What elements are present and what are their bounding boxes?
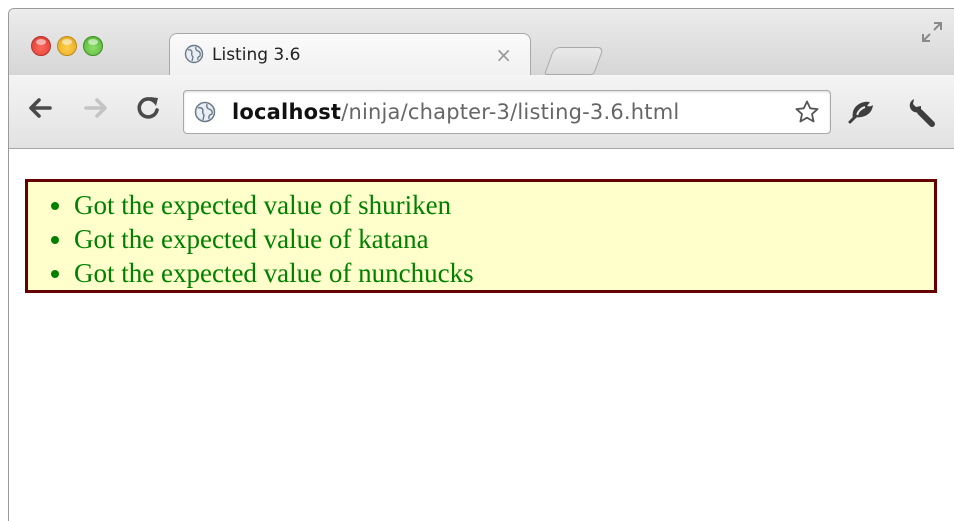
url-host: localhost bbox=[232, 100, 342, 124]
extension-icon[interactable] bbox=[847, 95, 877, 125]
tab-close-icon[interactable]: × bbox=[495, 43, 512, 67]
minimize-window-button[interactable] bbox=[57, 36, 77, 56]
star-icon[interactable] bbox=[794, 99, 820, 125]
list-item: Got the expected value of katana bbox=[74, 222, 934, 256]
tab-listing[interactable]: Listing 3.6 × bbox=[169, 33, 531, 76]
toolbar: localhost/ninja/chapter-3/listing-3.6.ht… bbox=[9, 75, 954, 149]
globe-icon bbox=[184, 44, 204, 64]
tab-title: Listing 3.6 bbox=[212, 45, 301, 65]
wrench-icon[interactable] bbox=[905, 95, 937, 127]
list-item: Got the expected value of shuriken bbox=[74, 188, 934, 222]
maximize-window-button[interactable] bbox=[83, 36, 103, 56]
address-bar[interactable]: localhost/ninja/chapter-3/listing-3.6.ht… bbox=[183, 90, 831, 134]
forward-arrow-icon[interactable] bbox=[81, 93, 111, 123]
globe-icon bbox=[194, 101, 216, 123]
tab-strip: Listing 3.6 × bbox=[9, 9, 954, 76]
page-content: Got the expected value of shuriken Got t… bbox=[9, 149, 954, 521]
browser-window: Listing 3.6 × localhost/ninja/chapter-3/ bbox=[8, 8, 954, 521]
reload-icon[interactable] bbox=[133, 93, 163, 123]
url-path: /ninja/chapter-3/listing-3.6.html bbox=[341, 100, 680, 124]
back-arrow-icon[interactable] bbox=[25, 93, 55, 123]
url-text: localhost/ninja/chapter-3/listing-3.6.ht… bbox=[232, 100, 679, 124]
fullscreen-icon[interactable] bbox=[919, 19, 945, 45]
list-item: Got the expected value of nunchucks bbox=[74, 256, 934, 290]
new-tab-button[interactable] bbox=[543, 47, 605, 75]
results-list: Got the expected value of shuriken Got t… bbox=[25, 179, 937, 293]
close-window-button[interactable] bbox=[31, 36, 51, 56]
